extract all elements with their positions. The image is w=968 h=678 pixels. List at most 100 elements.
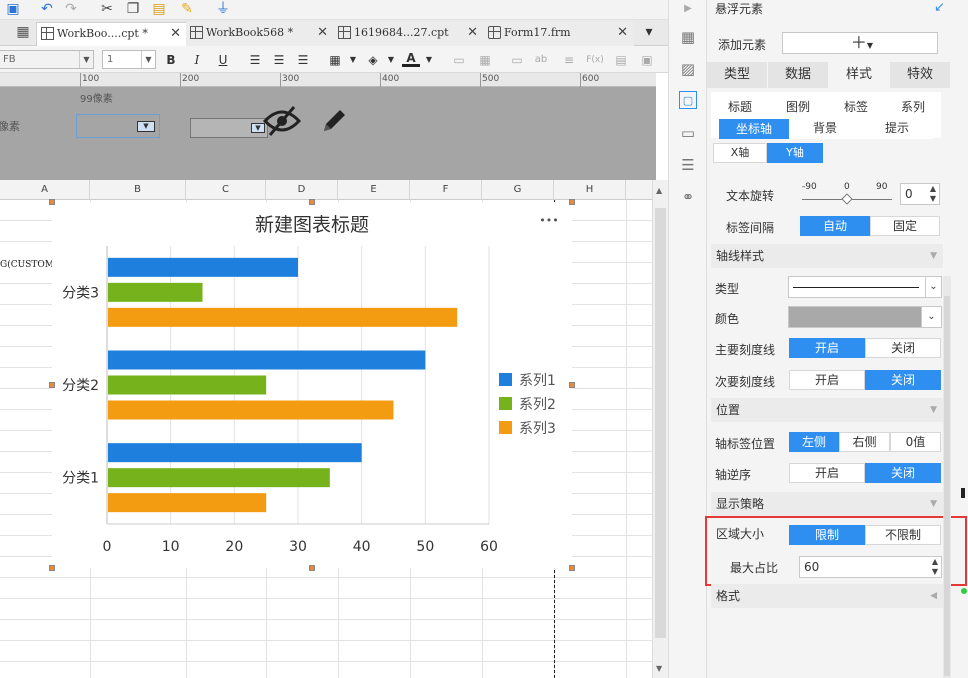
column-c[interactable]: C <box>186 180 266 200</box>
section-axis-style[interactable]: 轴线样式 ▼ <box>711 244 943 268</box>
image-icon[interactable]: ▣ <box>638 51 656 69</box>
section-format[interactable]: 格式 ◀ <box>711 584 943 608</box>
resize-handle[interactable] <box>49 382 55 388</box>
grid-icon[interactable]: ▦ <box>14 24 32 41</box>
interval-fixed-button[interactable]: 固定 <box>870 216 940 236</box>
column-a[interactable]: A <box>0 180 90 200</box>
subtab-background[interactable]: 背景 <box>789 119 861 139</box>
widget-icon[interactable]: ▭ <box>679 124 697 142</box>
rotation-input[interactable]: 0 ▲ ▼ <box>900 183 940 205</box>
section-display-strategy[interactable]: 显示策略 ▼ <box>711 492 943 516</box>
add-element-button[interactable]: ＋▼ <box>782 32 938 54</box>
position-zero-button[interactable]: 0值 <box>890 432 941 452</box>
link-icon[interactable]: ⚭ <box>679 188 697 206</box>
bar-chart[interactable]: 新建图表标题 ••• 0 10 20 30 40 50 60 分类1 分类2 分类3 系列1 系列… <box>52 202 572 568</box>
align-right-icon[interactable]: ☰ <box>294 51 312 69</box>
reverse-on-button[interactable]: 开启 <box>789 463 865 483</box>
tab-x-axis[interactable]: X轴 <box>713 143 767 163</box>
major-ticks-on-button[interactable]: 开启 <box>789 338 865 358</box>
plugin-icon[interactable]: ⏚ <box>214 1 232 18</box>
column-h[interactable]: H <box>554 180 626 200</box>
interval-auto-button[interactable]: 自动 <box>800 216 870 236</box>
scroll-down-icon[interactable]: ▼ <box>656 664 662 673</box>
max-ratio-input[interactable]: 60 ▲ ▼ <box>799 556 942 578</box>
split-icon[interactable]: ▦ <box>476 51 494 69</box>
align-left-icon[interactable]: ☰ <box>246 51 264 69</box>
spinner-icon[interactable]: ▲ ▼ <box>927 184 939 204</box>
tab-data[interactable]: 数据 <box>768 62 828 88</box>
position-left-button[interactable]: 左侧 <box>789 432 839 452</box>
column-e[interactable]: E <box>338 180 410 200</box>
font-color-button[interactable]: A <box>402 51 420 67</box>
align-center-icon[interactable]: ☰ <box>270 51 288 69</box>
tab-1619684-cpt[interactable]: 1619684...27.cpt ✕ <box>334 22 484 46</box>
resize-handle[interactable] <box>49 199 55 205</box>
redo-icon[interactable]: ↷ <box>62 1 80 18</box>
subtab-tooltip[interactable]: 提示 <box>861 119 933 139</box>
vertical-scrollbar[interactable]: ▲ ▼ <box>652 180 668 678</box>
list-icon[interactable]: ≡ <box>560 51 578 69</box>
formula-button[interactable]: F(x) <box>584 51 606 69</box>
format-painter-icon[interactable]: ✎ <box>178 1 196 18</box>
copy-icon[interactable]: ❐ <box>124 1 142 18</box>
combo-widget[interactable]: ▼ <box>190 118 268 138</box>
tab-list-icon[interactable]: ▾ <box>640 24 658 41</box>
minor-ticks-off-button[interactable]: 关闭 <box>865 370 941 390</box>
position-right-button[interactable]: 右侧 <box>839 432 890 452</box>
tab-effect[interactable]: 特效 <box>890 62 950 88</box>
template-icon[interactable]: ▦ <box>679 28 697 46</box>
combo-widget-selected[interactable]: ▼ <box>76 114 160 138</box>
expand-arrow-icon[interactable]: ▶ <box>679 0 697 18</box>
parameter-icon[interactable]: ▨ <box>679 60 697 78</box>
tab-workbook-cpt[interactable]: WorkBoo....cpt * ✕ <box>36 22 188 46</box>
panel-scrollbar[interactable] <box>943 276 951 678</box>
rotation-slider[interactable]: -90 0 90 <box>802 182 894 206</box>
paste-icon[interactable]: ▤ <box>150 1 168 18</box>
font-size-select[interactable]: 1 ▼ <box>102 50 156 69</box>
reverse-off-button[interactable]: 关闭 <box>865 463 941 483</box>
column-b[interactable]: B <box>90 180 186 200</box>
bold-button[interactable]: B <box>162 51 180 69</box>
underline-button[interactable]: U <box>214 51 232 69</box>
tab-y-axis[interactable]: Y轴 <box>767 143 823 163</box>
tab-form17-frm[interactable]: Form17.frm ✕ <box>484 22 634 46</box>
font-family-select[interactable]: FB ▼ <box>0 50 94 69</box>
undo-icon[interactable]: ↶ <box>38 1 56 18</box>
scroll-up-icon[interactable]: ▲ <box>656 186 662 195</box>
border-icon[interactable]: ▦ <box>326 51 344 69</box>
close-icon[interactable]: ✕ <box>317 22 328 44</box>
chevron-down-icon[interactable]: ▼ <box>344 51 362 69</box>
slider-thumb[interactable] <box>841 193 853 205</box>
cut-icon[interactable]: ✂ <box>98 1 116 18</box>
resize-handle[interactable] <box>569 199 575 205</box>
subtab-title[interactable]: 标题 <box>711 98 769 118</box>
hidden-eye-icon[interactable] <box>262 105 302 137</box>
column-d[interactable]: D <box>266 180 338 200</box>
subtab-series[interactable]: 系列 <box>885 98 941 118</box>
line-type-select[interactable]: ⌄ <box>788 276 942 298</box>
tab-workbook568[interactable]: WorkBook568 * ✕ <box>186 22 334 46</box>
chart-icon[interactable]: ▤ <box>612 51 630 69</box>
area-unlimited-button[interactable]: 不限制 <box>865 525 941 545</box>
chevron-down-icon[interactable]: ▼ <box>382 51 400 69</box>
float-element-icon[interactable]: ▢ <box>679 91 697 109</box>
save-icon[interactable]: ▣ <box>4 1 22 18</box>
resize-handle[interactable] <box>569 382 575 388</box>
scroll-thumb[interactable] <box>944 296 950 676</box>
section-position[interactable]: 位置 ▼ <box>711 398 943 422</box>
layer-icon[interactable]: ☰ <box>679 156 697 174</box>
merge-icon[interactable]: ▭ <box>450 51 468 69</box>
italic-button[interactable]: I <box>188 51 206 69</box>
close-icon[interactable]: ✕ <box>170 23 181 45</box>
tab-style[interactable]: 样式 <box>829 62 889 88</box>
chevron-down-icon[interactable]: ▼ <box>420 51 438 69</box>
resize-handle[interactable] <box>49 565 55 571</box>
subtab-label[interactable]: 标签 <box>827 98 885 118</box>
text-icon[interactable]: ▭ <box>508 51 526 69</box>
resize-handle[interactable] <box>309 565 315 571</box>
area-limit-button[interactable]: 限制 <box>789 525 865 545</box>
collapse-arrow-icon[interactable]: ↙ <box>934 0 945 15</box>
fill-color-icon[interactable]: ◈ <box>364 51 382 69</box>
line-color-select[interactable]: ⌄ <box>788 306 942 328</box>
spinner-icon[interactable]: ▲ ▼ <box>929 557 941 577</box>
